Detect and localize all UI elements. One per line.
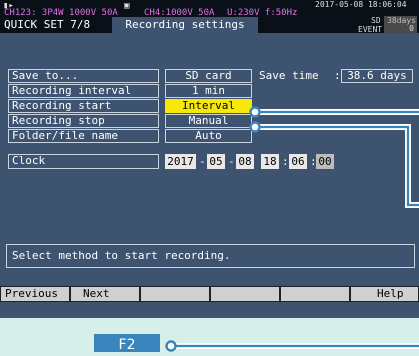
- setting-label-recording-interval: Recording interval: [8, 84, 159, 98]
- clock-time-separator: :: [282, 155, 289, 168]
- setting-value-recording-interval[interactable]: 1 min: [165, 84, 252, 98]
- clock-date-separator: -: [228, 155, 235, 168]
- fkey-help[interactable]: Help: [351, 287, 418, 301]
- storage-icon: ▣: [124, 1, 130, 11]
- save-time-value: 38.6 days: [341, 69, 413, 83]
- event-label: EVENT: [358, 25, 383, 34]
- tab-recording-settings[interactable]: Recording settings: [112, 17, 258, 33]
- fkey-previous[interactable]: Previous: [1, 287, 69, 301]
- status-bar: ▮▸ ▣ CH123: 3P4W 1000V 50A CH4:1000V 50A…: [0, 0, 419, 34]
- clock-label: Clock: [8, 154, 159, 169]
- setting-label-folder-file-name: Folder/file name: [8, 129, 159, 143]
- setting-value-recording-start[interactable]: Interval: [165, 99, 252, 113]
- help-message: Select method to start recording.: [6, 244, 415, 268]
- setting-value-recording-stop[interactable]: Manual: [165, 114, 252, 128]
- instrument-screen: ▮▸ ▣ CH123: 3P4W 1000V 50A CH4:1000V 50A…: [0, 0, 419, 318]
- save-time-separator: :: [334, 69, 341, 82]
- clock-minute[interactable]: 06: [289, 154, 307, 169]
- fkey-next[interactable]: Next: [71, 287, 139, 301]
- fkey-4[interactable]: [211, 287, 279, 301]
- f2-button[interactable]: F2: [94, 334, 160, 353]
- datetime: 2017-05-08 18:06:04: [315, 0, 407, 9]
- setting-label-save-to: Save to...: [8, 69, 159, 83]
- clock-hour[interactable]: 18: [261, 154, 279, 169]
- clock-day[interactable]: 08: [236, 154, 254, 169]
- clock-year[interactable]: 2017: [165, 154, 196, 169]
- event-count: 0: [384, 25, 417, 33]
- clock-date-separator: -: [199, 155, 206, 168]
- quick-set-indicator: QUICK SET 7/8: [4, 18, 91, 31]
- clock-second[interactable]: 00: [316, 154, 334, 169]
- setting-value-folder-file-name[interactable]: Auto: [165, 129, 252, 143]
- setting-label-recording-stop: Recording stop: [8, 114, 159, 128]
- setting-value-save-to[interactable]: SD card: [165, 69, 252, 83]
- setting-label-recording-start: Recording start: [8, 99, 159, 113]
- fkey-3[interactable]: [141, 287, 209, 301]
- save-time-label: Save time: [259, 69, 319, 82]
- fkey-5[interactable]: [281, 287, 349, 301]
- callout-dot-f2: [165, 340, 177, 352]
- clock-month[interactable]: 05: [207, 154, 225, 169]
